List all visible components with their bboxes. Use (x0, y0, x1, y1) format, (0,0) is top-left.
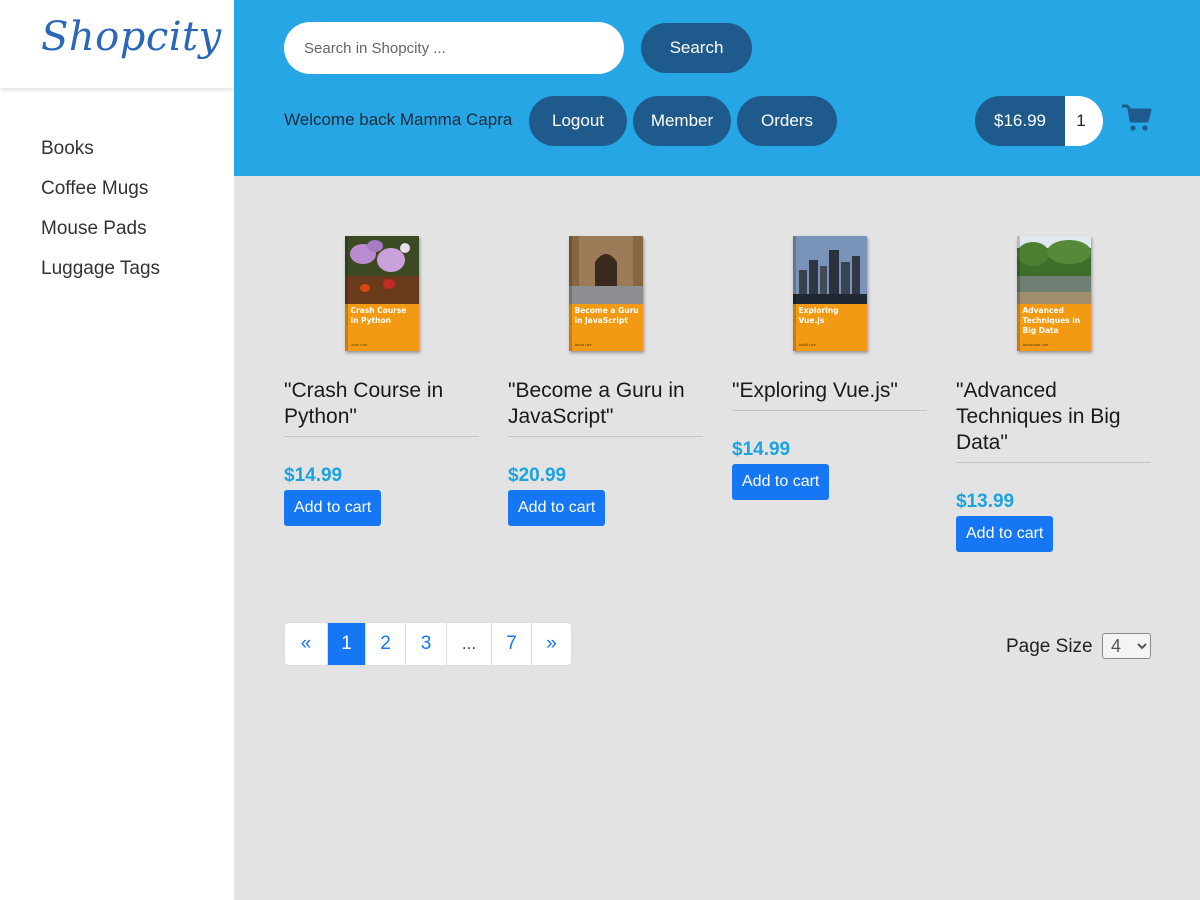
pagination-page-3[interactable]: 3 (405, 623, 446, 665)
page-size-select[interactable]: 4 (1102, 633, 1151, 659)
welcome-message: Welcome back Mamma Capra (284, 110, 513, 129)
pagination-page-2[interactable]: 2 (365, 623, 405, 665)
sidebar-item-luggage-tags[interactable]: Luggage Tags (0, 256, 234, 296)
product-card: Become a Guru in JavaScript Anna Lee "Be… (508, 236, 703, 526)
product-price: $14.99 (732, 439, 791, 460)
product-card: Crash Course in Python John Lee "Crash C… (284, 236, 479, 526)
pagination-ellipsis: ... (446, 623, 491, 665)
add-to-cart-button[interactable]: Add to cart (284, 490, 382, 526)
add-to-cart-button[interactable]: Add to cart (732, 464, 830, 500)
book-cover-image[interactable]: Advanced Techniques in Big Data Alexande… (1016, 236, 1091, 351)
product-price: $20.99 (508, 465, 567, 486)
add-to-cart-button[interactable]: Add to cart (508, 490, 606, 526)
pagination-next[interactable]: » (531, 623, 571, 665)
search-button[interactable]: Search (641, 23, 752, 73)
book-cover-image[interactable]: Exploring Vue.js Achill Lee (792, 236, 867, 351)
logout-button[interactable]: Logout (529, 96, 627, 146)
book-cover-author: Alexander Lee (1022, 342, 1049, 347)
sidebar-item-books[interactable]: Books (0, 136, 234, 176)
pagination: « 1 2 3 ... 7 » (284, 622, 572, 666)
product-card: Exploring Vue.js Achill Lee "Exploring V… (732, 236, 927, 500)
sidebar: Shopcity Books Coffee Mugs Mouse Pads Lu… (0, 0, 234, 900)
book-cover-image[interactable]: Crash Course in Python John Lee (344, 236, 419, 351)
book-cover-wrapper: Advanced Techniques in Big Data Alexande… (956, 236, 1151, 351)
stone-archway-illustration (568, 236, 643, 304)
category-nav: Books Coffee Mugs Mouse Pads Luggage Tag… (0, 88, 234, 296)
product-card: Advanced Techniques in Big Data Alexande… (956, 236, 1151, 552)
product-grid: Crash Course in Python John Lee "Crash C… (284, 236, 1151, 566)
header: Search Welcome back Mamma Capra Logout M… (234, 0, 1200, 176)
pagination-page-1[interactable]: 1 (327, 623, 365, 665)
product-title[interactable]: "Crash Course in Python" (284, 378, 479, 437)
book-cover-title: Advanced Techniques in Big Data (1022, 306, 1081, 335)
product-price: $14.99 (284, 465, 343, 486)
search-input[interactable] (284, 22, 624, 74)
member-button[interactable]: Member (633, 96, 731, 146)
sidebar-item-coffee-mugs[interactable]: Coffee Mugs (0, 176, 234, 216)
river-forest-illustration (1016, 236, 1091, 304)
cart-total[interactable]: $16.99 (975, 96, 1065, 146)
book-cover-image[interactable]: Become a Guru in JavaScript Anna Lee (568, 236, 643, 351)
product-price: $13.99 (956, 491, 1015, 512)
product-title[interactable]: "Become a Guru in JavaScript" (508, 378, 703, 437)
book-cover-title: Become a Guru in JavaScript (574, 306, 639, 325)
book-cover-title: Exploring Vue.js (798, 306, 839, 325)
shopcity-logo[interactable]: Shopcity (41, 14, 222, 60)
pagination-page-7[interactable]: 7 (491, 623, 531, 665)
book-spine (568, 236, 572, 351)
book-cover-author: John Lee (350, 342, 367, 347)
product-title[interactable]: "Exploring Vue.js" (732, 378, 927, 411)
purple-flowers-illustration (344, 236, 419, 304)
book-cover-author: Anna Lee (574, 342, 592, 347)
add-to-cart-button[interactable]: Add to cart (956, 516, 1054, 552)
book-spine (792, 236, 796, 351)
book-spine (344, 236, 348, 351)
book-cover-wrapper: Become a Guru in JavaScript Anna Lee (508, 236, 703, 351)
book-spine (1016, 236, 1020, 351)
city-skyline-illustration (792, 236, 867, 304)
logo-box: Shopcity (0, 0, 234, 88)
page-size-label: Page Size (1006, 636, 1093, 657)
sidebar-item-mouse-pads[interactable]: Mouse Pads (0, 216, 234, 256)
cart-count[interactable]: 1 (1065, 96, 1103, 146)
book-cover-wrapper: Crash Course in Python John Lee (284, 236, 479, 351)
book-cover-title: Crash Course in Python (350, 306, 407, 325)
shopping-cart-icon[interactable] (1122, 104, 1152, 132)
book-cover-author: Achill Lee (798, 342, 816, 347)
pagination-prev[interactable]: « (285, 623, 327, 665)
book-cover-wrapper: Exploring Vue.js Achill Lee (732, 236, 927, 351)
product-title[interactable]: "Advanced Techniques in Big Data" (956, 378, 1151, 463)
orders-button[interactable]: Orders (737, 96, 837, 146)
